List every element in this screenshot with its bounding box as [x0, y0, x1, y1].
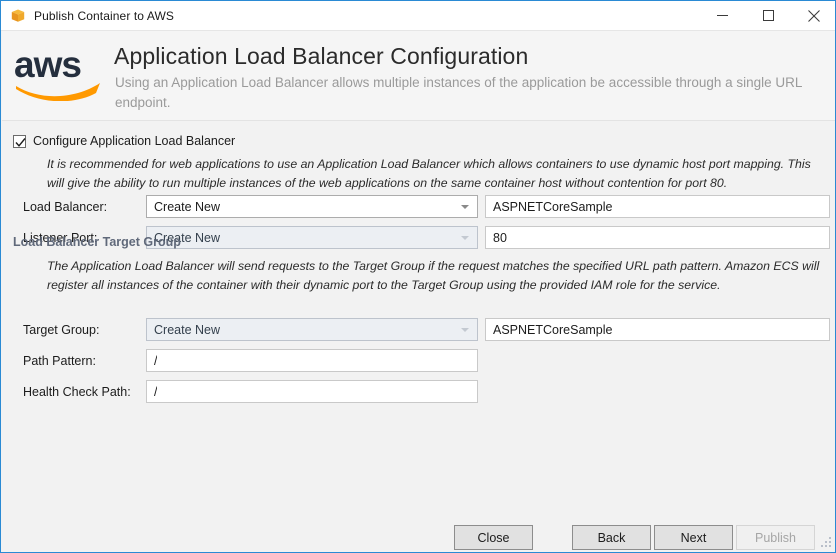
title-bar: Publish Container to AWS	[1, 0, 836, 31]
load-balancer-select[interactable]: Create New	[146, 195, 478, 218]
load-balancer-label: Load Balancer:	[23, 200, 107, 214]
health-check-path-input[interactable]: /	[146, 380, 478, 403]
page-description: Using an Application Load Balancer allow…	[115, 73, 827, 113]
close-icon[interactable]	[791, 0, 836, 31]
path-pattern-value: /	[147, 354, 157, 368]
dialog-footer: Close Back Next Publish	[2, 514, 836, 552]
publish-container-dialog: Publish Container to AWS aws Application…	[0, 0, 836, 553]
resize-grip[interactable]	[820, 536, 833, 549]
load-balancer-name-value: ASPNETCoreSample	[486, 200, 613, 214]
configure-alb-checkbox[interactable]	[13, 135, 26, 148]
chevron-down-icon	[461, 328, 469, 332]
window-title: Publish Container to AWS	[34, 9, 174, 23]
load-balancer-select-value: Create New	[147, 200, 220, 214]
configure-alb-label: Configure Application Load Balancer	[33, 134, 235, 148]
configure-alb-checkbox-row[interactable]: Configure Application Load Balancer	[13, 134, 235, 148]
chevron-down-icon	[461, 205, 469, 209]
chevron-down-icon	[461, 236, 469, 240]
publish-button[interactable]: Publish	[736, 525, 815, 550]
minimize-icon[interactable]	[699, 0, 745, 31]
target-group-label: Target Group:	[23, 323, 99, 337]
listener-port-input[interactable]: 80	[485, 226, 830, 249]
svg-text:aws: aws	[14, 44, 81, 85]
target-group-name-input[interactable]: ASPNETCoreSample	[485, 318, 830, 341]
path-pattern-label: Path Pattern:	[23, 354, 96, 368]
target-group-select-value: Create New	[147, 323, 220, 337]
dialog-body: Configure Application Load Balancer It i…	[2, 122, 836, 514]
listener-port-select[interactable]: Create New	[146, 226, 478, 249]
health-check-path-value: /	[147, 385, 157, 399]
page-title: Application Load Balancer Configuration	[114, 43, 528, 70]
health-check-path-label: Health Check Path:	[23, 385, 131, 399]
back-button[interactable]: Back	[572, 525, 651, 550]
dialog-header: aws Application Load Balancer Configurat…	[2, 31, 836, 121]
next-button[interactable]: Next	[654, 525, 733, 550]
close-button[interactable]: Close	[454, 525, 533, 550]
configure-alb-note: It is recommended for web applications t…	[47, 155, 825, 193]
target-group-section-note: The Application Load Balancer will send …	[47, 257, 825, 295]
listener-port-value: 80	[486, 231, 507, 245]
window-controls	[699, 0, 836, 31]
aws-logo: aws	[14, 41, 106, 101]
path-pattern-input[interactable]: /	[146, 349, 478, 372]
checkmark-icon	[15, 137, 26, 148]
target-group-select[interactable]: Create New	[146, 318, 478, 341]
target-group-name-value: ASPNETCoreSample	[486, 323, 613, 337]
maximize-icon[interactable]	[745, 0, 791, 31]
load-balancer-name-input[interactable]: ASPNETCoreSample	[485, 195, 830, 218]
target-group-section-heading: Load Balancer Target Group	[13, 235, 181, 249]
container-box-icon	[10, 8, 26, 24]
